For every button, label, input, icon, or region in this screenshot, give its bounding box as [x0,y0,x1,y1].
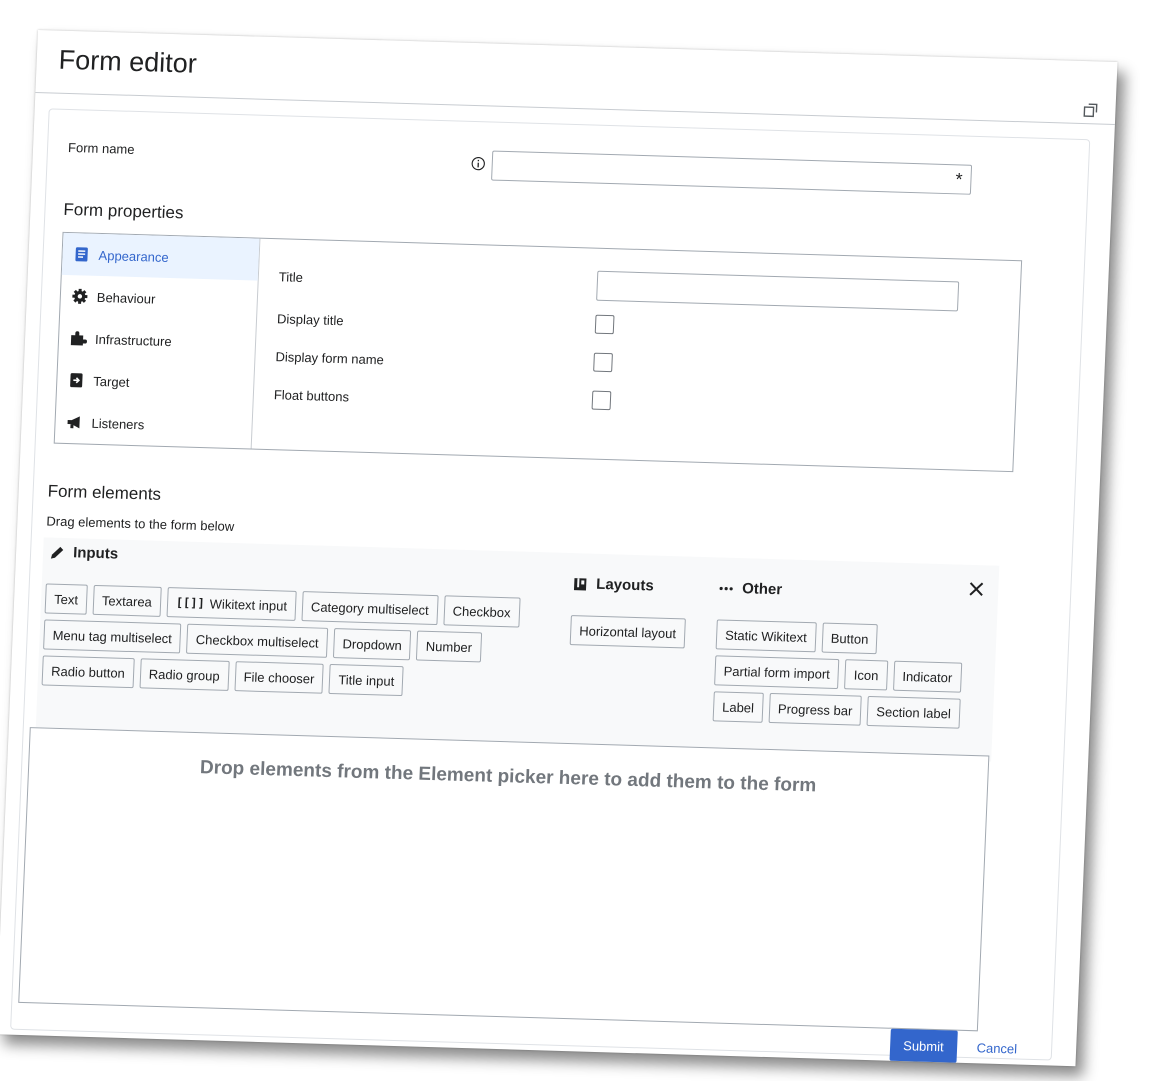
menu-item-label: Infrastructure [94,331,172,349]
menu-item-label: Target [93,373,130,390]
layouts-title: Layouts [595,575,655,595]
chip-checkbox[interactable]: Checkbox [443,595,521,628]
chip-checkbox-multiselect[interactable]: Checkbox multiselect [186,623,329,658]
menu-item-label: Appearance [98,247,170,265]
wikitext-icon: [[]] [175,595,206,611]
float-buttons-checkbox[interactable] [591,390,612,411]
display-title-checkbox[interactable] [594,314,615,335]
submit-button[interactable]: Submit [889,1028,958,1063]
form-name-input[interactable]: * [491,150,973,195]
chip-textarea[interactable]: Textarea [92,584,162,617]
chip-label[interactable]: Label [712,691,764,723]
chip-icon[interactable]: Icon [844,659,889,691]
target-icon [70,373,83,388]
chip-title-input[interactable]: Title input [328,663,404,697]
required-indicator: * [955,169,963,190]
menu-item-label: Listeners [91,415,145,432]
menu-item-listeners[interactable]: Listeners [55,401,253,449]
chip-progress-bar[interactable]: Progress bar [768,692,863,726]
dialog-actions: Submit Cancel [889,1028,1024,1065]
chip-radio-group[interactable]: Radio group [139,658,230,691]
other-title: Other [741,580,783,599]
chip-dropdown[interactable]: Dropdown [332,628,412,661]
layout-icon [573,577,587,591]
megaphone-icon [67,416,80,429]
inputs-chips: Text Textarea [[]] Wikitext input Categor… [41,583,546,700]
chip-section-label[interactable]: Section label [866,695,961,729]
layouts-chips: Horizontal layout [569,615,711,649]
drop-placeholder: Drop elements from the Element picker he… [199,757,817,797]
chip-horizontal-layout[interactable]: Horizontal layout [569,615,686,649]
chip-label: Wikitext input [209,595,288,614]
inputs-title: Inputs [72,544,119,563]
menu-item-target[interactable]: Target [56,359,254,407]
form-properties-title: Form properties [63,199,184,223]
appearance-fields: Title Display title Display form name Fl… [252,239,1021,471]
chip-file-chooser[interactable]: File chooser [234,661,325,694]
pencil-icon [50,546,64,559]
dialog-body: Form name * Form properties Appearance B… [10,108,1091,1063]
other-chips: Static Wikitext Button Partial form impo… [712,619,987,729]
chip-static-wikitext[interactable]: Static Wikitext [715,619,817,653]
chip-wikitext-input[interactable]: [[]] Wikitext input [166,587,297,621]
chip-text[interactable]: Text [44,583,88,615]
dialog-title: Form editor [58,44,198,79]
article-icon [75,247,88,262]
puzzle-icon [70,331,87,346]
form-elements-title: Form elements [47,481,162,504]
inputs-group-title: Inputs [49,544,119,563]
float-buttons-label: Float buttons [273,387,350,405]
layouts-group-title: Layouts [572,575,655,595]
form-name-label: Form name [67,139,135,157]
drag-hint: Drag elements to the form below [46,513,235,535]
close-icon[interactable] [968,581,985,597]
properties-menu: Appearance Behaviour Infrastructure Targ… [54,232,261,449]
form-editor-dialog: Form editor Form name * Form properties [0,30,1118,1067]
chip-partial-form-import[interactable]: Partial form import [714,655,840,690]
chip-indicator[interactable]: Indicator [892,660,962,693]
form-drop-zone[interactable]: Drop elements from the Element picker he… [18,727,990,1032]
display-title-label: Display title [276,311,344,329]
other-group-title: Other [718,579,783,598]
cancel-button[interactable]: Cancel [970,1039,1023,1058]
menu-item-label: Behaviour [96,289,156,307]
title-input[interactable] [596,270,960,312]
chip-button[interactable]: Button [821,622,879,655]
chip-menu-tag-multiselect[interactable]: Menu tag multiselect [43,619,182,654]
ellipsis-icon [719,586,733,590]
dialog-header: Form editor [35,30,1118,125]
title-label: Title [278,269,304,285]
menu-item-behaviour[interactable]: Behaviour [60,275,258,323]
element-picker: Inputs Text Textarea [[]] Wikitext input … [35,537,1000,762]
display-form-name-label: Display form name [275,349,385,368]
display-form-name-checkbox[interactable] [593,352,613,373]
expand-icon[interactable] [1081,101,1100,120]
gear-icon [72,288,88,304]
chip-number[interactable]: Number [416,630,482,663]
info-icon[interactable] [470,156,486,171]
menu-item-appearance[interactable]: Appearance [61,232,260,281]
chip-category-multiselect[interactable]: Category multiselect [301,591,439,626]
form-properties-panel: Appearance Behaviour Infrastructure Targ… [53,231,1023,473]
chip-radio-button[interactable]: Radio button [41,655,135,689]
menu-item-infrastructure[interactable]: Infrastructure [58,317,256,365]
form-name-row: Form name * [67,132,1069,212]
